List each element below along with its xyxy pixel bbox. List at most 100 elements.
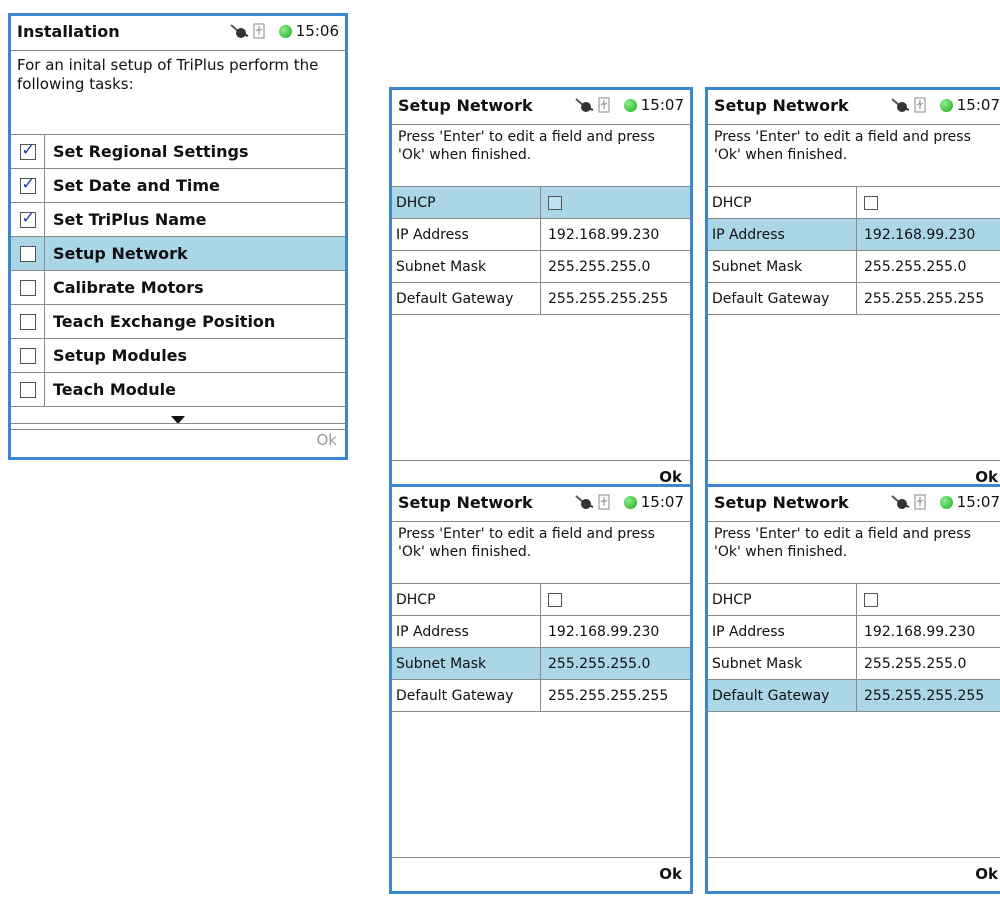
checkbox-icon[interactable]: [19, 140, 36, 160]
settings-table: DHCP IP Address 192.168.99.230 Subnet Ma…: [708, 186, 1000, 315]
description-text: Press 'Enter' to edit a field and press …: [398, 129, 655, 163]
field-name: Default Gateway: [708, 283, 857, 314]
title-bar: Setup Network 15:07: [392, 90, 690, 125]
setup-network-screen: Setup Network 15:07 Press 'Enter' to edi…: [705, 87, 1000, 497]
field-value[interactable]: [541, 584, 690, 615]
list-item[interactable]: Teach Exchange Position: [11, 305, 345, 339]
clock-time: 15:06: [295, 22, 339, 40]
field-value[interactable]: 255.255.255.0: [541, 648, 690, 679]
softkey-bar: Ok: [708, 857, 1000, 891]
task-label: Set TriPlus Name: [53, 210, 207, 229]
field-name: DHCP: [708, 187, 857, 218]
field-value[interactable]: 255.255.255.0: [857, 648, 1000, 679]
field-value[interactable]: 255.255.255.0: [541, 251, 690, 282]
status-area: 15:07: [574, 96, 684, 114]
ok-button[interactable]: Ok: [317, 431, 338, 449]
table-row[interactable]: Default Gateway 255.255.255.255: [708, 680, 1000, 712]
checkbox-icon[interactable]: [19, 174, 36, 194]
status-area: 15:07: [890, 96, 1000, 114]
table-row[interactable]: Default Gateway 255.255.255.255: [392, 680, 690, 712]
task-label: Set Regional Settings: [53, 142, 249, 161]
table-row[interactable]: Subnet Mask 255.255.255.0: [392, 251, 690, 283]
dhcp-checkbox[interactable]: [864, 592, 878, 607]
settings-table: DHCP IP Address 192.168.99.230 Subnet Ma…: [708, 583, 1000, 712]
task-label: Teach Exchange Position: [53, 312, 276, 331]
status-area: 15:07: [890, 493, 1000, 511]
checkbox-icon[interactable]: [19, 245, 36, 262]
status-area: 15:06: [229, 22, 339, 40]
table-row[interactable]: IP Address 192.168.99.230: [708, 219, 1000, 251]
field-value[interactable]: 192.168.99.230: [857, 219, 1000, 250]
list-item[interactable]: Set Regional Settings: [11, 134, 345, 169]
list-item[interactable]: Set Date and Time: [11, 169, 345, 203]
usb-icon: [598, 494, 610, 510]
list-item[interactable]: Setup Network: [11, 237, 345, 271]
plug-icon: [574, 97, 594, 113]
field-value[interactable]: 255.255.255.255: [541, 283, 690, 314]
field-name: DHCP: [708, 584, 857, 615]
table-row[interactable]: IP Address 192.168.99.230: [392, 616, 690, 648]
field-value[interactable]: [857, 584, 1000, 615]
table-row[interactable]: Default Gateway 255.255.255.255: [708, 283, 1000, 315]
field-value[interactable]: 192.168.99.230: [857, 616, 1000, 647]
status-dot-icon: [939, 495, 953, 509]
field-name: Subnet Mask: [392, 648, 541, 679]
table-row[interactable]: DHCP: [392, 186, 690, 219]
table-row[interactable]: Default Gateway 255.255.255.255: [392, 283, 690, 315]
dhcp-checkbox[interactable]: [548, 592, 562, 607]
installation-screen: Installation 15:06 For an inital setup o…: [8, 13, 348, 460]
plug-icon: [229, 23, 249, 39]
field-name: Default Gateway: [392, 680, 541, 711]
table-row[interactable]: Subnet Mask 255.255.255.0: [392, 648, 690, 680]
list-item[interactable]: Set TriPlus Name: [11, 203, 345, 237]
table-row[interactable]: DHCP: [708, 186, 1000, 219]
description-text: Press 'Enter' to edit a field and press …: [714, 526, 971, 560]
task-label: Setup Network: [53, 244, 188, 263]
checkbox-icon[interactable]: [19, 381, 36, 398]
table-row[interactable]: DHCP: [392, 583, 690, 616]
status-dot-icon: [623, 98, 637, 112]
field-value[interactable]: 255.255.255.255: [857, 283, 1000, 314]
softkey-bar: Ok: [11, 423, 345, 457]
field-value[interactable]: 192.168.99.230: [541, 219, 690, 250]
table-row[interactable]: IP Address 192.168.99.230: [708, 616, 1000, 648]
status-dot-icon: [278, 24, 292, 38]
title-bar: Installation 15:06: [11, 16, 345, 51]
field-name: DHCP: [392, 584, 541, 615]
field-value[interactable]: [541, 187, 690, 218]
field-name: Default Gateway: [708, 680, 857, 711]
list-item[interactable]: Setup Modules: [11, 339, 345, 373]
settings-table: DHCP IP Address 192.168.99.230 Subnet Ma…: [392, 186, 690, 315]
ok-button[interactable]: Ok: [975, 865, 998, 883]
list-item[interactable]: Teach Module: [11, 373, 345, 407]
field-name: Subnet Mask: [708, 648, 857, 679]
table-row[interactable]: IP Address 192.168.99.230: [392, 219, 690, 251]
checkbox-icon[interactable]: [19, 347, 36, 364]
field-value[interactable]: [857, 187, 1000, 218]
status-area: 15:07: [574, 493, 684, 511]
dhcp-checkbox[interactable]: [864, 195, 878, 210]
list-item[interactable]: Calibrate Motors: [11, 271, 345, 305]
checkbox-icon[interactable]: [19, 279, 36, 296]
usb-icon: [598, 97, 610, 113]
status-dot-icon: [623, 495, 637, 509]
usb-icon: [914, 494, 926, 510]
table-row[interactable]: Subnet Mask 255.255.255.0: [708, 648, 1000, 680]
field-name: Default Gateway: [392, 283, 541, 314]
clock-time: 15:07: [956, 96, 1000, 114]
checkbox-icon[interactable]: [19, 208, 36, 228]
clock-time: 15:07: [956, 493, 1000, 511]
field-value[interactable]: 255.255.255.0: [857, 251, 1000, 282]
screen-title: Setup Network: [714, 493, 849, 512]
checkbox-icon[interactable]: [19, 313, 36, 330]
field-value[interactable]: 255.255.255.255: [541, 680, 690, 711]
dhcp-checkbox[interactable]: [548, 195, 562, 210]
task-label: Setup Modules: [53, 346, 188, 365]
table-row[interactable]: DHCP: [708, 583, 1000, 616]
field-name: Subnet Mask: [708, 251, 857, 282]
title-bar: Setup Network 15:07: [708, 90, 1000, 125]
field-value[interactable]: 255.255.255.255: [857, 680, 1000, 711]
table-row[interactable]: Subnet Mask 255.255.255.0: [708, 251, 1000, 283]
ok-button[interactable]: Ok: [659, 865, 682, 883]
field-value[interactable]: 192.168.99.230: [541, 616, 690, 647]
